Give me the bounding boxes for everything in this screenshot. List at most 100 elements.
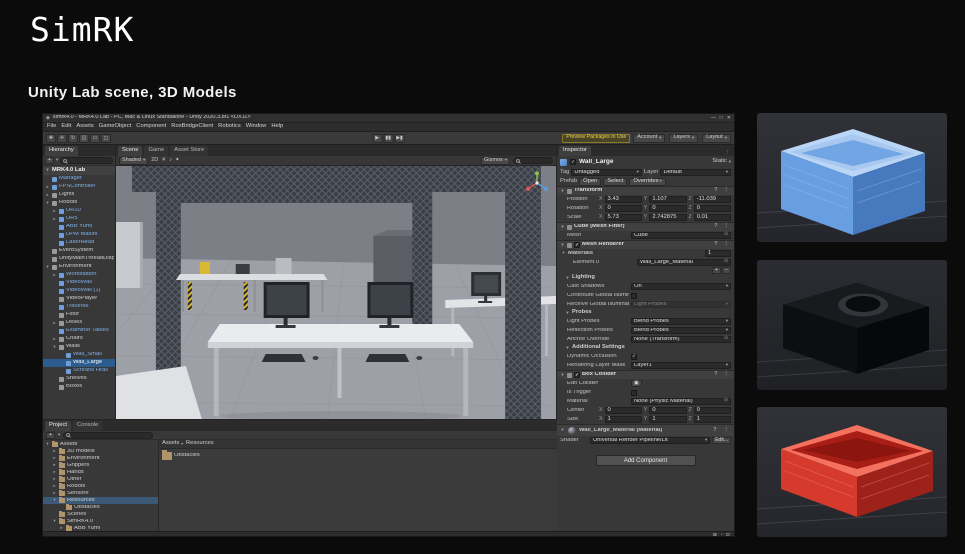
help-icon[interactable]: ? bbox=[712, 188, 719, 194]
inspector-transform-scale-z-field[interactable]: 0.01 bbox=[693, 214, 731, 221]
hierarchy-item-robots[interactable]: ▾ Robots bbox=[43, 199, 115, 207]
hierarchy-item-dpm-maxini[interactable]: DPM Maxini bbox=[43, 231, 115, 239]
inspector-mesh-filter-mesh-object-field[interactable]: Cube ⊙ bbox=[631, 232, 731, 239]
project-folder-abb-yumi[interactable]: ▸ ABB Yumi bbox=[43, 525, 158, 531]
foldout-icon[interactable]: ▸ bbox=[52, 456, 57, 461]
hierarchy-item-ur5[interactable]: ▸ UR5 bbox=[43, 215, 115, 223]
hierarchy-item-ur10[interactable]: ▸ UR10 bbox=[43, 207, 115, 215]
foldout-icon[interactable]: ▸ bbox=[45, 192, 50, 198]
hierarchy-item-workstation[interactable]: ▸ Workstation bbox=[43, 271, 115, 279]
foldout-icon[interactable]: ▾ bbox=[45, 264, 50, 270]
object-picker-icon[interactable]: ⊙ bbox=[724, 232, 728, 238]
active-checkbox[interactable]: ✓ bbox=[570, 159, 576, 165]
inspector-mesh-renderer-receive-global-illumination-dropdown[interactable]: Light Probes ▾ bbox=[631, 301, 731, 308]
activity-status-icon[interactable]: ◔ bbox=[720, 532, 723, 536]
foldout-icon[interactable]: ▾ bbox=[52, 519, 57, 524]
foldout-icon[interactable]: ▸ bbox=[52, 477, 57, 482]
menu-edit[interactable]: Edit bbox=[61, 123, 71, 130]
hierarchy-item-schrank-hrail[interactable]: Schrank Hrail bbox=[43, 367, 115, 375]
tab-inspector[interactable]: Inspector bbox=[559, 146, 591, 156]
foldout-icon[interactable]: ▾ bbox=[560, 188, 565, 194]
move-tool[interactable]: ✛ bbox=[57, 133, 67, 143]
toolbar-dropdown-layout[interactable]: Layout ▾ bbox=[702, 133, 731, 143]
transform-tool[interactable]: ◻ bbox=[101, 133, 111, 143]
foldout-icon[interactable]: ▾ bbox=[52, 498, 57, 503]
project-folder-3d-models[interactable]: ▸ 3D models bbox=[43, 448, 158, 455]
hierarchy-item-boxes[interactable]: Boxes bbox=[43, 383, 115, 391]
console-status-icon[interactable]: ▤ bbox=[726, 532, 730, 536]
foldout-icon[interactable]: ▸ bbox=[52, 463, 57, 468]
preview-packages-badge[interactable]: Preview Packages in Use bbox=[562, 133, 631, 143]
section-header-mesh-renderer[interactable]: ▾ ✓ Mesh Renderer? ⋮ bbox=[557, 240, 734, 249]
scene-search-field[interactable] bbox=[513, 157, 553, 164]
pause-button[interactable]: ▮▮ bbox=[383, 133, 394, 143]
hierarchy-item-videowall-1[interactable]: VideoWall (1) bbox=[43, 287, 115, 295]
foldout-icon[interactable]: ▸ bbox=[52, 216, 57, 222]
section-header-mesh-filter[interactable]: ▾ Cube (Mesh Filter)? ⋮ bbox=[557, 222, 734, 231]
toolbar-dropdown-account[interactable]: Account ▾ bbox=[633, 133, 666, 143]
foldout-icon[interactable]: ▸ bbox=[52, 320, 57, 326]
project-folder-sensore[interactable]: ▸ Sensore bbox=[43, 490, 158, 497]
menu-help[interactable]: Help bbox=[271, 123, 283, 130]
inspector-box-collider-center-y-field[interactable]: 0 bbox=[649, 407, 687, 414]
menu-dots-icon[interactable]: ⋮ bbox=[722, 188, 732, 194]
project-folder-obstacles[interactable]: Obstacles bbox=[43, 504, 158, 511]
menu-dots-icon[interactable]: ⋮ bbox=[722, 242, 732, 248]
inspector-transform-scale-x-field[interactable]: 5.73 bbox=[604, 214, 642, 221]
hierarchy-item-fpscontroller[interactable]: ▸ FPSController bbox=[43, 183, 115, 191]
foldout-icon[interactable]: ▾ bbox=[561, 251, 566, 256]
close-button[interactable]: ✕ bbox=[727, 115, 731, 121]
inspector-transform-scale-y-field[interactable]: 2.742875 bbox=[649, 214, 687, 221]
inspector-transform-rotation-y-field[interactable]: 0 bbox=[649, 205, 687, 212]
help-icon[interactable]: ? bbox=[712, 242, 719, 248]
inspector-mesh-renderer-element-0-object-field[interactable]: Wall_Large_Material ⊙ bbox=[637, 259, 731, 266]
material-section-header[interactable]: ▾ Wall_Large_Material (Material) ? ⋮ bbox=[557, 424, 734, 436]
foldout-icon[interactable]: ▸ bbox=[52, 491, 57, 496]
foldout-icon[interactable]: ▾ bbox=[45, 200, 50, 206]
inspector-mesh-renderer-contribute-global-illumination-checkbox[interactable] bbox=[631, 292, 637, 299]
foldout-icon[interactable]: ▸ bbox=[52, 272, 57, 278]
project-folder-environment[interactable]: ▸ Environment bbox=[43, 455, 158, 462]
hierarchy-item-environment[interactable]: ▾ Environment bbox=[43, 263, 115, 271]
foldout-icon[interactable]: ▸ bbox=[52, 336, 57, 342]
foldout-icon[interactable]: ▾ bbox=[45, 442, 50, 447]
create-object-button[interactable]: + bbox=[45, 157, 54, 164]
menu-assets[interactable]: Assets bbox=[76, 123, 93, 130]
menu-rosbridgeclient[interactable]: RosBridgeClient bbox=[171, 123, 213, 130]
inspector-transform-position-y-field[interactable]: 1.107 bbox=[649, 196, 687, 203]
edit-collider-button[interactable]: ▣ bbox=[631, 380, 642, 387]
gizmos-dropdown[interactable]: Gizmos ▾ bbox=[481, 156, 510, 165]
foldout-icon[interactable]: ▸ bbox=[59, 526, 64, 531]
foldout-icon[interactable]: ▸ bbox=[52, 484, 57, 489]
scene-effects-icon[interactable]: ✦ bbox=[175, 157, 180, 164]
foldout-icon[interactable]: ▾ bbox=[45, 168, 50, 173]
foldout-icon[interactable]: ▸ bbox=[52, 449, 57, 454]
menu-file[interactable]: File bbox=[47, 123, 56, 130]
rotate-tool[interactable]: ↻ bbox=[68, 133, 78, 143]
foldout-icon[interactable]: ▾ bbox=[565, 345, 570, 351]
foldout-icon[interactable]: ▾ bbox=[52, 344, 57, 350]
menu-dots-icon[interactable]: ⋮ bbox=[722, 427, 732, 434]
hierarchy-item-walls[interactable]: ▾ Walls bbox=[43, 343, 115, 351]
project-folder-simrk4-0[interactable]: ▾ SimRK4.0 bbox=[43, 518, 158, 525]
foldout-icon[interactable]: ▸ bbox=[52, 208, 57, 214]
inspector-box-collider-is-trigger-checkbox[interactable] bbox=[631, 389, 637, 396]
scene-viewport[interactable] bbox=[116, 166, 556, 419]
play-button[interactable]: ▶ bbox=[372, 133, 383, 143]
tab-hierarchy[interactable]: Hierarchy bbox=[45, 146, 78, 156]
object-picker-icon[interactable]: ⊙ bbox=[724, 398, 728, 404]
scale-tool[interactable]: ◲ bbox=[79, 133, 89, 143]
asset-obstacles[interactable]: Obstacles bbox=[162, 450, 554, 460]
grid-status-icon[interactable]: ▦ bbox=[713, 532, 717, 536]
hierarchy-item-lights[interactable]: ▸ Lights bbox=[43, 191, 115, 199]
inspector-mesh-renderer-rendering-layer-mask-dropdown[interactable]: Layer1 ▾ bbox=[631, 362, 731, 369]
foldout-icon[interactable]: ▾ bbox=[560, 242, 565, 248]
project-folder-hands[interactable]: ▸ Hands bbox=[43, 469, 158, 476]
shading-mode-dropdown[interactable]: Shaded ▾ bbox=[119, 156, 149, 165]
inspector-mesh-renderer-anchor-override-object-field[interactable]: None (Transform) ⊙ bbox=[631, 336, 731, 343]
view-orientation-gizmo[interactable] bbox=[524, 170, 550, 196]
tab-game[interactable]: Game bbox=[144, 146, 169, 156]
tab-scene[interactable]: Scene bbox=[118, 146, 143, 156]
hierarchy-item-laserhead[interactable]: LaserHead bbox=[43, 239, 115, 247]
hierarchy-item-manager[interactable]: Manager bbox=[43, 175, 115, 183]
